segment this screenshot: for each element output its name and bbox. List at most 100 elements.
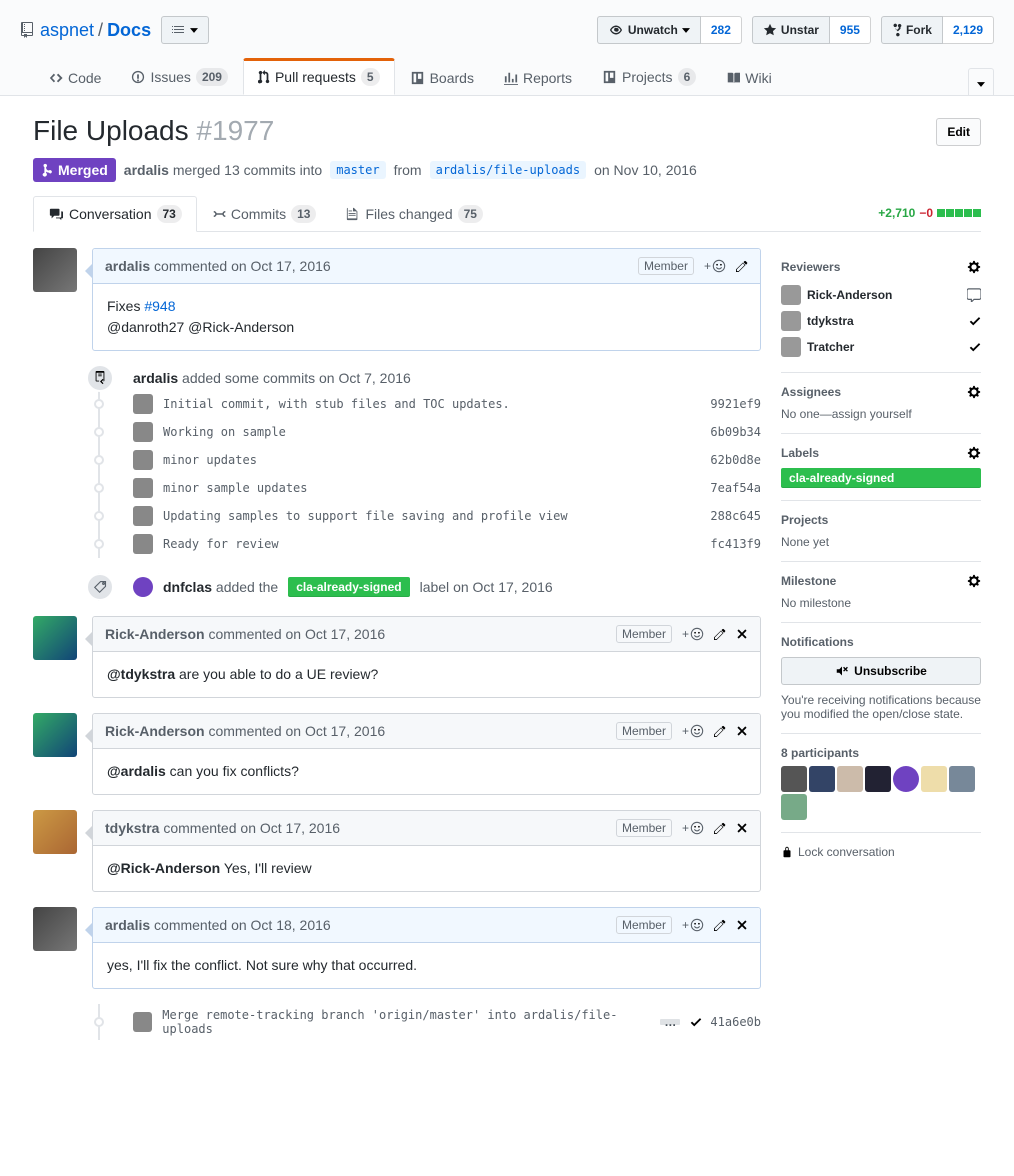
comment-author[interactable]: Rick-Anderson	[105, 723, 205, 739]
tab-conversation[interactable]: Conversation73	[33, 196, 197, 232]
commit-sha[interactable]: 9921ef9	[710, 397, 761, 411]
nav-issues[interactable]: Issues209	[116, 58, 243, 95]
avatar[interactable]	[33, 248, 77, 292]
comment-author[interactable]: ardalis	[105, 917, 150, 933]
avatar[interactable]	[921, 766, 947, 792]
star-button[interactable]: Unstar	[752, 16, 830, 44]
avatar[interactable]	[133, 506, 153, 526]
commit-message[interactable]: Merge remote-tracking branch 'origin/mas…	[162, 1008, 650, 1036]
forks-count[interactable]: 2,129	[943, 16, 994, 44]
commit-sha[interactable]: 288c645	[710, 509, 761, 523]
pencil-icon[interactable]	[714, 918, 726, 932]
nav-projects[interactable]: Projects6	[587, 58, 711, 95]
avatar[interactable]	[949, 766, 975, 792]
avatar[interactable]	[33, 810, 77, 854]
avatar[interactable]	[133, 577, 153, 597]
close-icon[interactable]	[736, 724, 748, 738]
avatar[interactable]	[781, 285, 801, 305]
gear-icon[interactable]	[967, 385, 981, 399]
commit-message[interactable]: Working on sample	[163, 425, 286, 439]
avatar[interactable]	[33, 907, 77, 951]
avatar[interactable]	[133, 534, 153, 554]
repo-name-link[interactable]: Docs	[107, 20, 151, 41]
add-reaction[interactable]: +	[682, 918, 704, 932]
commit-sha[interactable]: 6b09b34	[710, 425, 761, 439]
assignees-text[interactable]: No one—assign yourself	[781, 407, 981, 421]
avatar[interactable]	[133, 478, 153, 498]
tab-files[interactable]: Files changed75	[331, 196, 498, 232]
nav-boards[interactable]: Boards	[395, 60, 489, 95]
reviewer-link[interactable]: tdykstra	[807, 314, 854, 328]
head-branch[interactable]: ardalis/file-uploads	[430, 161, 587, 179]
avatar[interactable]	[781, 794, 807, 820]
close-icon[interactable]	[736, 627, 748, 641]
event-actor[interactable]: ardalis	[133, 370, 178, 386]
close-icon[interactable]	[736, 918, 748, 932]
commit-message[interactable]: Updating samples to support file saving …	[163, 509, 568, 523]
avatar[interactable]	[133, 394, 153, 414]
pencil-icon[interactable]	[736, 259, 748, 273]
mention-link[interactable]: @tdykstra	[107, 666, 175, 682]
edit-button[interactable]: Edit	[936, 118, 981, 146]
nav-wiki[interactable]: Wiki	[711, 60, 786, 95]
label-pill[interactable]: cla-already-signed	[781, 468, 981, 488]
unsubscribe-button[interactable]: Unsubscribe	[781, 657, 981, 685]
label-pill[interactable]: cla-already-signed	[288, 577, 409, 597]
mention-link[interactable]: @Rick-Anderson	[107, 860, 220, 876]
comment-author[interactable]: Rick-Anderson	[105, 626, 205, 642]
repo-owner-link[interactable]: aspnet	[40, 20, 94, 41]
close-icon[interactable]	[736, 821, 748, 835]
nav-reports[interactable]: Reports	[489, 60, 587, 95]
comment-author[interactable]: ardalis	[105, 258, 150, 274]
avatar[interactable]	[133, 450, 153, 470]
avatar[interactable]	[33, 713, 77, 757]
issue-link[interactable]: #948	[144, 298, 175, 314]
add-reaction[interactable]: +	[682, 627, 704, 641]
comment-author[interactable]: tdykstra	[105, 820, 159, 836]
add-reaction[interactable]: +	[704, 259, 726, 273]
reviewer-link[interactable]: Tratcher	[807, 340, 854, 354]
nav-pull-requests[interactable]: Pull requests5	[243, 58, 395, 95]
avatar[interactable]	[809, 766, 835, 792]
add-reaction[interactable]: +	[682, 821, 704, 835]
base-branch[interactable]: master	[330, 161, 385, 179]
commit-sha[interactable]: 7eaf54a	[710, 481, 761, 495]
watch-button[interactable]: Unwatch	[597, 16, 701, 44]
repo-context-dropdown[interactable]	[161, 16, 209, 44]
lock-conversation[interactable]: Lock conversation	[781, 845, 981, 859]
commit-message[interactable]: minor updates	[163, 453, 257, 467]
avatar[interactable]	[781, 311, 801, 331]
gear-icon[interactable]	[967, 574, 981, 588]
commit-sha[interactable]: fc413f9	[710, 537, 761, 551]
avatar[interactable]	[781, 766, 807, 792]
avatar[interactable]	[865, 766, 891, 792]
nav-code[interactable]: Code	[34, 60, 116, 95]
avatar[interactable]	[893, 766, 919, 792]
pencil-icon[interactable]	[714, 821, 726, 835]
nav-context-menu[interactable]	[968, 68, 994, 95]
commit-sha[interactable]: 62b0d8e	[710, 453, 761, 467]
mention-link[interactable]: @ardalis	[107, 763, 166, 779]
avatar[interactable]	[33, 616, 77, 660]
stargazers-count[interactable]: 955	[830, 16, 871, 44]
avatar[interactable]	[837, 766, 863, 792]
event-actor[interactable]: dnfclas	[163, 579, 212, 595]
commit-message[interactable]: Initial commit, with stub files and TOC …	[163, 397, 510, 411]
commit-message[interactable]: minor sample updates	[163, 481, 308, 495]
commit-message[interactable]: Ready for review	[163, 537, 279, 551]
pencil-icon[interactable]	[714, 724, 726, 738]
merge-actor-link[interactable]: ardalis	[124, 162, 169, 178]
pencil-icon[interactable]	[714, 627, 726, 641]
gear-icon[interactable]	[967, 260, 981, 274]
fork-button[interactable]: Fork	[881, 16, 943, 44]
add-reaction[interactable]: +	[682, 724, 704, 738]
expand-button[interactable]: …	[660, 1019, 680, 1025]
avatar[interactable]	[133, 1012, 152, 1032]
avatar[interactable]	[781, 337, 801, 357]
avatar[interactable]	[133, 422, 153, 442]
gear-icon[interactable]	[967, 446, 981, 460]
reviewer-link[interactable]: Rick-Anderson	[807, 288, 892, 302]
tab-commits[interactable]: Commits13	[197, 196, 332, 232]
watchers-count[interactable]: 282	[701, 16, 742, 44]
commit-sha[interactable]: 41a6e0b	[710, 1015, 761, 1029]
